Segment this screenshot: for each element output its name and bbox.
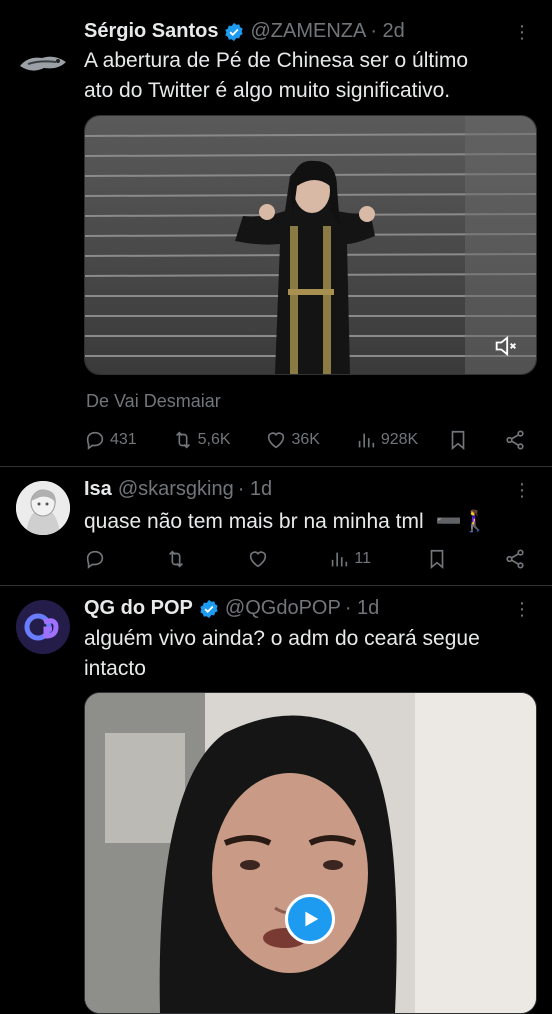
more-options-icon[interactable]: ⋮ xyxy=(512,599,532,619)
views-icon xyxy=(332,552,348,567)
reply-icon xyxy=(86,431,104,450)
share-icon xyxy=(506,430,524,450)
bookmark-button[interactable] xyxy=(447,429,469,451)
like-button[interactable]: 36K xyxy=(265,429,320,451)
heart-icon xyxy=(268,432,285,449)
more-options-icon[interactable]: ⋮ xyxy=(512,480,532,500)
bookmark-button[interactable] xyxy=(426,548,448,570)
author-handle[interactable]: @ZAMENZA xyxy=(250,20,366,43)
repost-icon xyxy=(169,550,184,568)
author-handle[interactable]: @skarsgking xyxy=(118,478,234,501)
tweet-header: Sérgio Santos @ZAMENZA · 2d xyxy=(84,20,405,43)
repost-button[interactable]: 5,6K xyxy=(172,429,231,451)
tweet-header: QG do POP @QGdoPOP · 1d xyxy=(84,597,379,620)
like-count: 36K xyxy=(291,431,320,448)
timestamp[interactable]: · 1d xyxy=(345,597,379,620)
tweet-sergio[interactable]: Sérgio Santos @ZAMENZA · 2d ⋮ A abertura… xyxy=(0,0,552,466)
verified-badge-icon xyxy=(224,22,244,42)
views-button[interactable]: 928K xyxy=(355,429,418,451)
like-button[interactable] xyxy=(247,548,273,570)
tweet-video[interactable] xyxy=(84,115,537,375)
video-source[interactable]: De Vai Desmaiar xyxy=(86,391,221,412)
tweet-text-line: A abertura de Pé de Chinesa ser o último xyxy=(84,49,469,72)
play-icon[interactable] xyxy=(285,894,335,944)
tweet-actions: 11 xyxy=(84,546,526,572)
verified-badge-icon xyxy=(199,599,219,619)
avatar[interactable] xyxy=(16,600,70,654)
avatar[interactable] xyxy=(18,48,68,78)
avatar[interactable] xyxy=(16,481,70,535)
reply-button[interactable] xyxy=(84,548,110,570)
timestamp[interactable]: · 2d xyxy=(370,20,404,43)
reply-count: 431 xyxy=(110,431,137,448)
tweet-text: quase não tem mais br na minha tml ➖🚶‍♀️ xyxy=(84,507,534,537)
emoji: ➖🚶‍♀️ xyxy=(435,510,488,533)
tweet-qgdopop[interactable]: QG do POP @QGdoPOP · 1d ⋮ alguém vivo ai… xyxy=(0,586,552,1014)
tweet-text: A abertura de Pé de Chinesa ser o último… xyxy=(84,46,534,106)
tweet-text-line: ato do Twitter é algo muito significativ… xyxy=(84,79,451,102)
share-icon xyxy=(506,549,524,569)
views-count: 928K xyxy=(380,431,419,448)
speaker-muted-icon[interactable] xyxy=(492,332,520,360)
views-button[interactable]: 11 xyxy=(328,548,371,570)
timestamp[interactable]: · 1d xyxy=(238,478,272,501)
tweet-text-line: alguém vivo ainda? o adm do ceará segue xyxy=(84,627,480,650)
bookmark-icon xyxy=(431,549,444,570)
share-button[interactable] xyxy=(504,548,526,570)
tweet-text: alguém vivo ainda? o adm do ceará segue … xyxy=(84,624,534,684)
author-name[interactable]: Sérgio Santos xyxy=(84,20,218,43)
repost-button[interactable] xyxy=(165,548,191,570)
tweet-header: Isa @skarsgking · 1d xyxy=(84,478,272,501)
more-options-icon[interactable]: ⋮ xyxy=(512,22,532,42)
tweet-text-line: quase não tem mais br na minha tml xyxy=(84,510,424,533)
reply-icon xyxy=(86,550,104,569)
repost-count: 5,6K xyxy=(197,431,231,448)
tweet-isa[interactable]: Isa @skarsgking · 1d ⋮ quase não tem mai… xyxy=(0,467,552,585)
tweet-text-line: intacto xyxy=(84,657,146,680)
tweet-video[interactable] xyxy=(84,692,537,1014)
views-count: 11 xyxy=(354,550,372,567)
share-button[interactable] xyxy=(504,429,526,451)
author-name[interactable]: Isa xyxy=(84,478,112,501)
author-handle[interactable]: @QGdoPOP xyxy=(225,597,341,620)
bookmark-icon xyxy=(451,430,465,451)
tweet-actions: 431 5,6K 36K 928K xyxy=(84,427,526,453)
author-name[interactable]: QG do POP xyxy=(84,597,193,620)
reply-button[interactable]: 431 xyxy=(84,429,137,451)
heart-icon xyxy=(249,551,267,568)
repost-icon xyxy=(175,431,190,449)
views-icon xyxy=(358,433,374,448)
